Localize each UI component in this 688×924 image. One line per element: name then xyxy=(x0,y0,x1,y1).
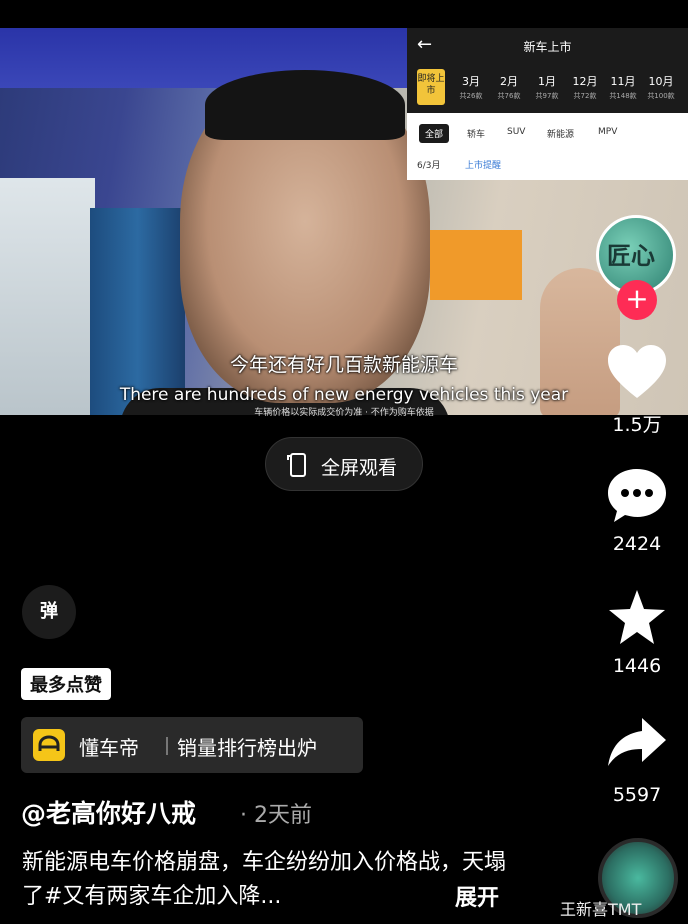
share-icon[interactable] xyxy=(604,712,670,772)
overlay-upcoming-badge: 即将上市 xyxy=(417,69,445,105)
overlay-tab: 新能源 xyxy=(547,130,575,140)
heart-icon[interactable] xyxy=(604,342,670,402)
video-person-hair xyxy=(205,70,405,140)
video-app-overlay: ← 新车上市 即将上市 3月 共26款 2月 共76款 1月 共97款 12月 共72款… xyxy=(407,28,688,180)
overlay-tab: SUV xyxy=(507,127,526,137)
video-description: 新能源电车价格崩盘，车企纷纷加入价格战，天塌了#又有两家车企加入降... xyxy=(22,850,507,909)
overlay-month: 1月 共97款 xyxy=(535,75,559,100)
overlay-month-strip: 即将上市 3月 共26款 2月 共76款 1月 共97款 12月 共72款 11月 共14… xyxy=(407,63,688,113)
overlay-tabs: 全部 轿车 SUV 新能源 MPV xyxy=(407,116,688,150)
author-name[interactable]: @老高你好八戒 xyxy=(21,794,196,830)
subtitle-disclaimer: 车辆价格以实际成交价为准 · 不作为购车依据 xyxy=(254,408,434,418)
video-window xyxy=(0,178,95,415)
overlay-header: ← 新车上市 xyxy=(407,28,688,63)
fullscreen-label: 全屏观看 xyxy=(321,457,398,479)
overlay-tab: 轿车 xyxy=(467,130,486,140)
brand-separator xyxy=(166,737,168,755)
favorite-count: 1446 xyxy=(612,655,662,677)
brand-name: 懂车帝 xyxy=(79,736,139,760)
avatar-text: 匠心 xyxy=(607,242,655,270)
danmu-toggle-button[interactable]: 弹 xyxy=(22,585,76,639)
subtitle-chinese: 今年还有好几百款新能源车 xyxy=(229,354,458,376)
watermark: 王新喜TMT xyxy=(560,900,642,919)
overlay-date-row: 6/3月 上市提醒 xyxy=(407,151,688,180)
video-orange-box xyxy=(430,230,522,300)
overlay-tab: MPV xyxy=(598,127,618,137)
like-count: 1.5万 xyxy=(612,414,662,436)
brand-tag-link[interactable]: 懂车帝 销量排行榜出炉 xyxy=(21,717,363,773)
follow-plus-icon[interactable]: + xyxy=(617,280,657,320)
overlay-month: 12月 共72款 xyxy=(572,75,598,100)
dongchedi-logo-icon xyxy=(33,729,65,761)
overlay-tab: 全部 xyxy=(419,124,450,143)
video-curtain xyxy=(90,208,185,415)
overlay-reminder: 上市提醒 xyxy=(465,161,502,171)
brand-tag-text: 销量排行榜出炉 xyxy=(177,736,317,760)
post-time: · 2天前 xyxy=(240,803,312,828)
share-count: 5597 xyxy=(612,784,662,806)
expand-button[interactable]: 展开 xyxy=(455,880,499,912)
comment-count: 2424 xyxy=(612,533,662,555)
star-icon[interactable] xyxy=(604,588,670,648)
subtitle-english: There are hundreds of new energy vehicle… xyxy=(119,385,569,405)
overlay-date: 6/3月 xyxy=(417,161,441,171)
overlay-month: 2月 共76款 xyxy=(497,75,521,100)
comment-icon[interactable] xyxy=(604,466,670,526)
fullscreen-rotate-icon xyxy=(287,453,306,477)
fullscreen-button[interactable]: 全屏观看 xyxy=(265,437,423,491)
overlay-month: 10月 共100款 xyxy=(647,75,675,100)
overlay-title: 新车上市 xyxy=(523,40,572,54)
overlay-month: 3月 共26款 xyxy=(459,75,483,100)
most-liked-badge: 最多点赞 xyxy=(21,668,111,700)
overlay-month: 11月 共148款 xyxy=(609,75,637,100)
